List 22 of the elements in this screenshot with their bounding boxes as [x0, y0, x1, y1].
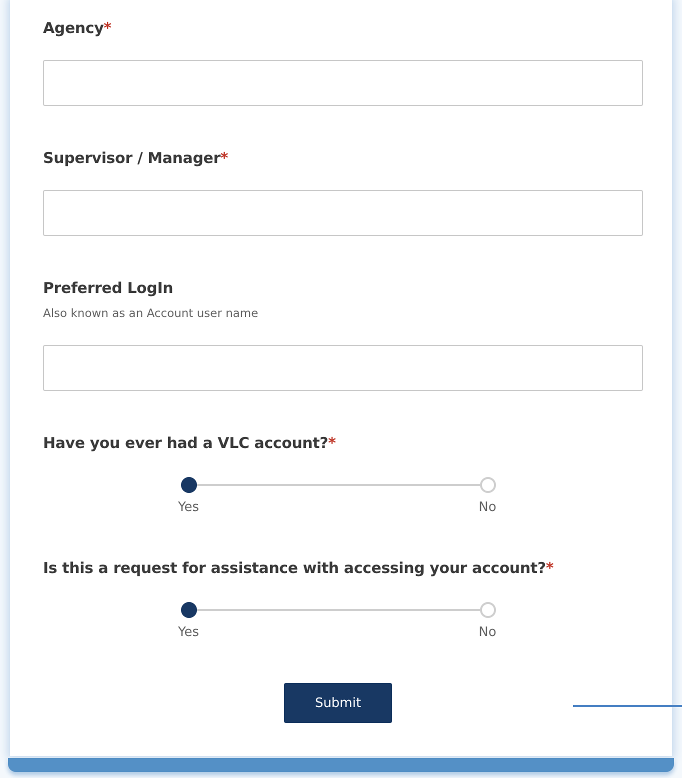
input-field[interactable]	[43, 190, 643, 236]
field-label: Agency	[43, 19, 104, 37]
field-label: Preferred LogIn	[43, 279, 174, 297]
radio-button[interactable]	[480, 602, 496, 618]
option-label: No	[478, 625, 496, 641]
submit-button[interactable]: Submit	[284, 683, 392, 723]
radio-button[interactable]	[180, 602, 196, 618]
required-mark: *	[546, 559, 554, 577]
field-hint: Also known as an Account user name	[43, 305, 260, 321]
field-label: Supervisor / Manager	[43, 149, 220, 167]
required-mark: *	[328, 434, 336, 452]
radio-button[interactable]	[180, 477, 196, 493]
input-field[interactable]	[43, 345, 643, 391]
option-label: Yes	[178, 625, 199, 641]
field-label: Is this a request for assistance with accessing your account?	[43, 559, 546, 577]
input-field[interactable]	[43, 60, 643, 106]
required-mark: *	[104, 19, 112, 37]
radio-button[interactable]	[480, 477, 496, 493]
option-label: No	[478, 500, 496, 516]
required-mark: *	[220, 149, 228, 167]
field-label: Have you ever had a VLC account?	[43, 434, 328, 452]
option-label: Yes	[178, 500, 199, 516]
